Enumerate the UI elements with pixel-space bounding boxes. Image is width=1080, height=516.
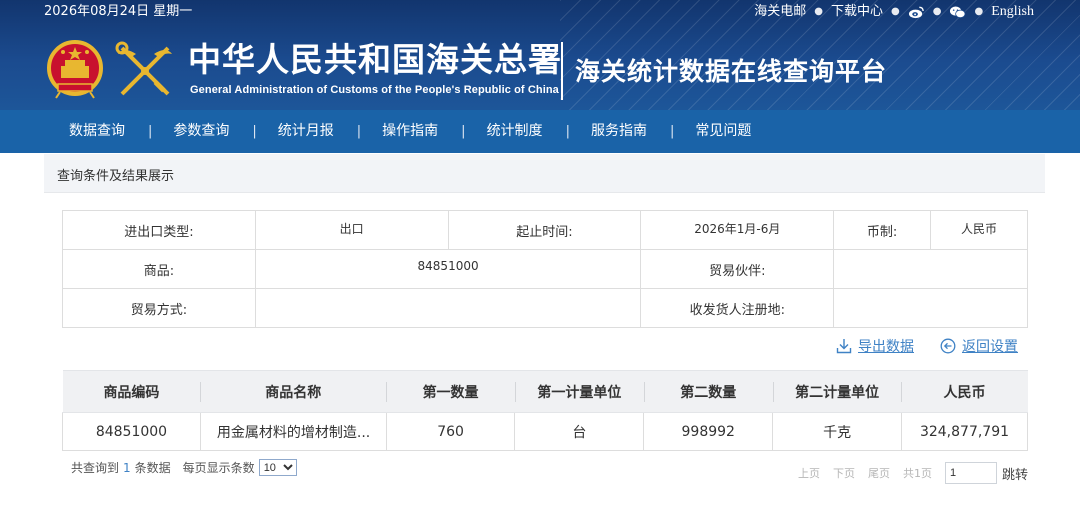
consignee-location-value xyxy=(833,288,1028,328)
currency-value: 人民币 xyxy=(930,210,1028,250)
nav-item-service-guide[interactable]: 服务指南 | xyxy=(591,110,695,153)
national-emblem-icon xyxy=(47,40,103,99)
table-row: 84851000 用金属材料的增材制造... 760 台 998992 千克 3… xyxy=(62,412,1029,451)
col-header-code[interactable]: 商品编码 xyxy=(62,370,201,413)
pagination: 上页 下页 尾页 共1页 跳转 xyxy=(798,462,1028,484)
page-number-input[interactable] xyxy=(944,462,997,484)
separator-dot: ● xyxy=(932,6,942,17)
result-summary: 共查询到 1 条数据 每页显示条数 10 xyxy=(71,459,297,476)
results-header-row: 商品编码 商品名称 第一数量 第一计量单位 第二数量 第二计量单位 人民币 xyxy=(62,370,1028,413)
brand-name-en: General Administration of Customs of the… xyxy=(190,84,559,96)
trade-type-value: 出口 xyxy=(254,210,449,250)
english-link[interactable]: English xyxy=(991,3,1034,21)
col-header-qty1[interactable]: 第一数量 xyxy=(386,370,515,413)
period-label: 起止时间: xyxy=(447,210,642,250)
mail-link[interactable]: 海关电邮 xyxy=(754,3,806,21)
total-prefix: 共查询到 xyxy=(71,461,120,475)
separator-dot: ● xyxy=(814,6,823,17)
last-page-button[interactable]: 尾页 xyxy=(868,465,890,481)
goods-value: 84851000 xyxy=(254,249,642,289)
go-to-page-button[interactable]: 跳转 xyxy=(1002,464,1028,483)
col-header-unit1[interactable]: 第一计量单位 xyxy=(514,370,644,413)
per-page-label: 每页显示条数 xyxy=(182,461,255,475)
period-value: 2026年1月-6月 xyxy=(640,210,835,250)
consignee-location-label: 收发货人注册地: xyxy=(640,288,835,328)
download-icon xyxy=(836,339,852,354)
back-arrow-icon xyxy=(940,338,956,354)
col-header-unit2[interactable]: 第二计量单位 xyxy=(772,370,902,413)
cell-unit2: 千克 xyxy=(772,412,902,451)
download-center-link[interactable]: 下载中心 xyxy=(831,3,883,21)
cell-name: 用金属材料的增材制造... xyxy=(199,412,387,451)
col-header-rmb[interactable]: 人民币 xyxy=(901,370,1028,413)
goods-label: 商品: xyxy=(62,249,256,289)
col-header-name[interactable]: 商品名称 xyxy=(200,370,387,413)
main-nav: 数据查询 | 参数查询 | 统计月报 | 操作指南 | 统计制度 | 服务指南 | 常见问题 xyxy=(0,110,1080,153)
query-conditions-table: 进出口类型: 出口 起止时间: 2026年1月-6月 币制: 人民币 商品: 8… xyxy=(62,210,1028,328)
export-data-label: 导出数据 xyxy=(858,339,914,355)
section-header: 查询条件及结果展示 xyxy=(44,154,1045,193)
nav-item-param-query[interactable]: 参数查询 | xyxy=(173,110,277,153)
cell-qty2: 998992 xyxy=(643,412,773,451)
export-data-button[interactable]: 导出数据 xyxy=(836,336,914,356)
total-count: 1 xyxy=(123,460,131,475)
wechat-icon[interactable] xyxy=(949,5,966,19)
cell-rmb: 324,877,791 xyxy=(900,412,1029,451)
separator-dot: ● xyxy=(891,6,900,17)
cell-qty1: 760 xyxy=(385,412,515,451)
back-to-settings-label: 返回设置 xyxy=(962,339,1018,355)
weibo-icon[interactable] xyxy=(908,5,925,19)
result-actions: 导出数据 返回设置 xyxy=(836,336,1018,356)
nav-item-data-query[interactable]: 数据查询 | xyxy=(69,110,173,153)
partner-value xyxy=(833,249,1028,289)
total-pages: 共1页 xyxy=(902,467,932,480)
customs-logo-icon xyxy=(115,41,172,96)
back-to-settings-button[interactable]: 返回设置 xyxy=(940,336,1018,356)
next-page-button[interactable]: 下页 xyxy=(833,465,855,481)
col-header-qty2[interactable]: 第二数量 xyxy=(643,370,773,413)
partner-label: 贸易伙伴: xyxy=(640,249,835,289)
prev-page-button[interactable]: 上页 xyxy=(798,465,820,481)
brand-name-cn: 中华人民共和国海关总署 xyxy=(188,40,562,79)
trade-mode-label: 贸易方式: xyxy=(62,288,256,328)
currency-label: 币制: xyxy=(833,210,932,250)
nav-item-monthly-report[interactable]: 统计月报 | xyxy=(278,110,382,153)
current-date: 2026年08月24日 星期一 xyxy=(44,4,193,19)
separator-dot: ● xyxy=(974,6,984,17)
results-table: 商品编码 商品名称 第一数量 第一计量单位 第二数量 第二计量单位 人民币 84… xyxy=(62,370,1029,451)
per-page-select[interactable]: 10 xyxy=(258,459,297,476)
total-suffix: 条数据 xyxy=(134,461,171,475)
brand-divider xyxy=(561,42,563,100)
cell-unit1: 台 xyxy=(514,412,644,451)
nav-item-statistics-system[interactable]: 统计制度 | xyxy=(487,110,591,153)
site-header: 2026年08月24日 星期一 海关电邮 ● 下载中心 ● ● ● Englis… xyxy=(0,0,1080,110)
nav-item-operation-guide[interactable]: 操作指南 | xyxy=(382,110,486,153)
top-links: 海关电邮 ● 下载中心 ● ● ● English xyxy=(754,3,1034,21)
nav-item-faq[interactable]: 常见问题 xyxy=(695,110,751,153)
trade-type-label: 进出口类型: xyxy=(62,210,256,250)
trade-mode-value xyxy=(254,288,642,328)
section-title: 查询条件及结果展示 xyxy=(57,169,175,184)
cell-code: 84851000 xyxy=(62,412,201,451)
platform-title: 海关统计数据在线查询平台 xyxy=(575,57,888,86)
